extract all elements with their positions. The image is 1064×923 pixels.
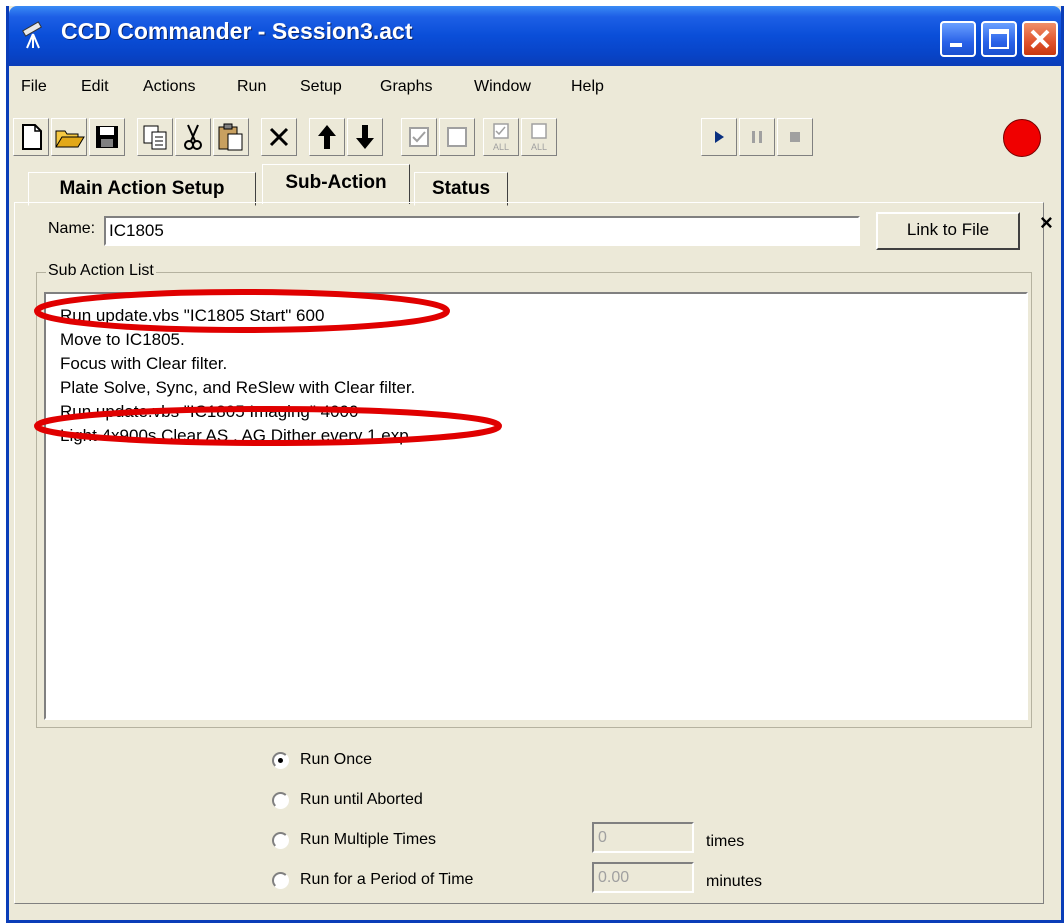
uncheck-icon [447, 127, 467, 147]
minimize-button[interactable] [940, 21, 976, 57]
check-all-icon: ALL [493, 123, 509, 152]
cut-icon [184, 124, 202, 150]
toolbar: ALL ALL [9, 110, 1061, 166]
radio-dot [278, 758, 283, 763]
menu-setup[interactable]: Setup [300, 78, 342, 96]
menu-run[interactable]: Run [237, 78, 266, 96]
open-folder-icon [55, 130, 85, 148]
link-to-file-button[interactable]: Link to File [876, 212, 1020, 250]
copy-icon [143, 125, 167, 150]
run-until-aborted-radio[interactable] [272, 792, 289, 809]
pause-icon [752, 131, 762, 143]
menu-graphs[interactable]: Graphs [380, 78, 432, 96]
menu-help[interactable]: Help [571, 78, 604, 96]
list-item[interactable]: Light 4x900s Clear AS , AG Dither every … [60, 426, 413, 446]
minutes-unit-label: minutes [706, 873, 763, 890]
tab-status[interactable]: Status [414, 172, 508, 206]
run-multiple-times-label[interactable]: Run Multiple Times [300, 831, 436, 849]
save-icon [96, 126, 118, 148]
stop-button[interactable] [777, 118, 813, 156]
list-item[interactable]: Plate Solve, Sync, and ReSlew with Clear… [60, 378, 415, 398]
svg-text:ALL: ALL [531, 142, 547, 152]
delete-icon [269, 127, 289, 147]
close-icon [1030, 29, 1050, 49]
close-panel-button[interactable]: × [1040, 210, 1053, 236]
save-button[interactable] [89, 118, 125, 156]
move-down-button[interactable] [347, 118, 383, 156]
uncheck-all-button[interactable]: ALL [521, 118, 557, 156]
check-button[interactable] [401, 118, 437, 156]
menu-actions[interactable]: Actions [143, 78, 195, 96]
move-up-icon [318, 125, 336, 149]
run-once-radio[interactable] [272, 752, 289, 769]
move-up-button[interactable] [309, 118, 345, 156]
check-icon [409, 127, 429, 147]
move-down-icon [356, 125, 374, 149]
minutes-input[interactable] [592, 862, 694, 893]
open-button[interactable] [51, 118, 87, 156]
paste-button[interactable] [213, 118, 249, 156]
cut-button[interactable] [175, 118, 211, 156]
run-for-period-label[interactable]: Run for a Period of Time [300, 871, 473, 889]
pause-button[interactable] [739, 118, 775, 156]
paste-icon [218, 123, 243, 151]
minimize-icon [950, 43, 962, 47]
list-item[interactable]: Run update.vbs "IC1805 Imaging" 4000 [60, 402, 358, 422]
list-item[interactable]: Run update.vbs "IC1805 Start" 600 [60, 306, 324, 326]
delete-button[interactable] [261, 118, 297, 156]
uncheck-button[interactable] [439, 118, 475, 156]
telescope-icon [22, 21, 42, 49]
group-label: Sub Action List [46, 262, 156, 280]
new-button[interactable] [13, 118, 49, 156]
times-input[interactable] [592, 822, 694, 853]
title-bar[interactable]: CCD Commander - Session3.act [9, 6, 1061, 66]
tab-sub-action[interactable]: Sub-Action [262, 164, 410, 204]
new-file-icon [22, 124, 42, 150]
menu-edit[interactable]: Edit [81, 78, 109, 96]
copy-button[interactable] [137, 118, 173, 156]
menu-bar: File Edit Actions Run Setup Graphs Windo… [9, 66, 1061, 110]
svg-text:ALL: ALL [493, 142, 509, 152]
run-multiple-times-radio[interactable] [272, 832, 289, 849]
play-icon [715, 131, 724, 143]
play-button[interactable] [701, 118, 737, 156]
list-item[interactable]: Move to IC1805. [60, 330, 185, 350]
maximize-icon [989, 29, 1009, 49]
close-window-button[interactable] [1022, 21, 1058, 57]
run-for-period-radio[interactable] [272, 872, 289, 889]
menu-window[interactable]: Window [474, 78, 531, 96]
window-title: CCD Commander - Session3.act [61, 18, 413, 44]
maximize-button[interactable] [981, 21, 1017, 57]
run-until-aborted-label[interactable]: Run until Aborted [300, 791, 423, 809]
times-unit-label: times [706, 833, 745, 850]
record-indicator-icon [1003, 119, 1041, 157]
sub-action-list[interactable]: Run update.vbs "IC1805 Start" 600 Move t… [44, 292, 1028, 720]
list-item[interactable]: Focus with Clear filter. [60, 354, 227, 374]
run-once-label[interactable]: Run Once [300, 751, 372, 769]
name-label: Name: [48, 220, 96, 237]
stop-icon [790, 132, 800, 142]
uncheck-all-icon: ALL [531, 123, 547, 152]
tab-main-action-setup[interactable]: Main Action Setup [28, 172, 256, 206]
name-field[interactable] [104, 216, 860, 246]
check-all-button[interactable]: ALL [483, 118, 519, 156]
menu-file[interactable]: File [21, 78, 47, 96]
